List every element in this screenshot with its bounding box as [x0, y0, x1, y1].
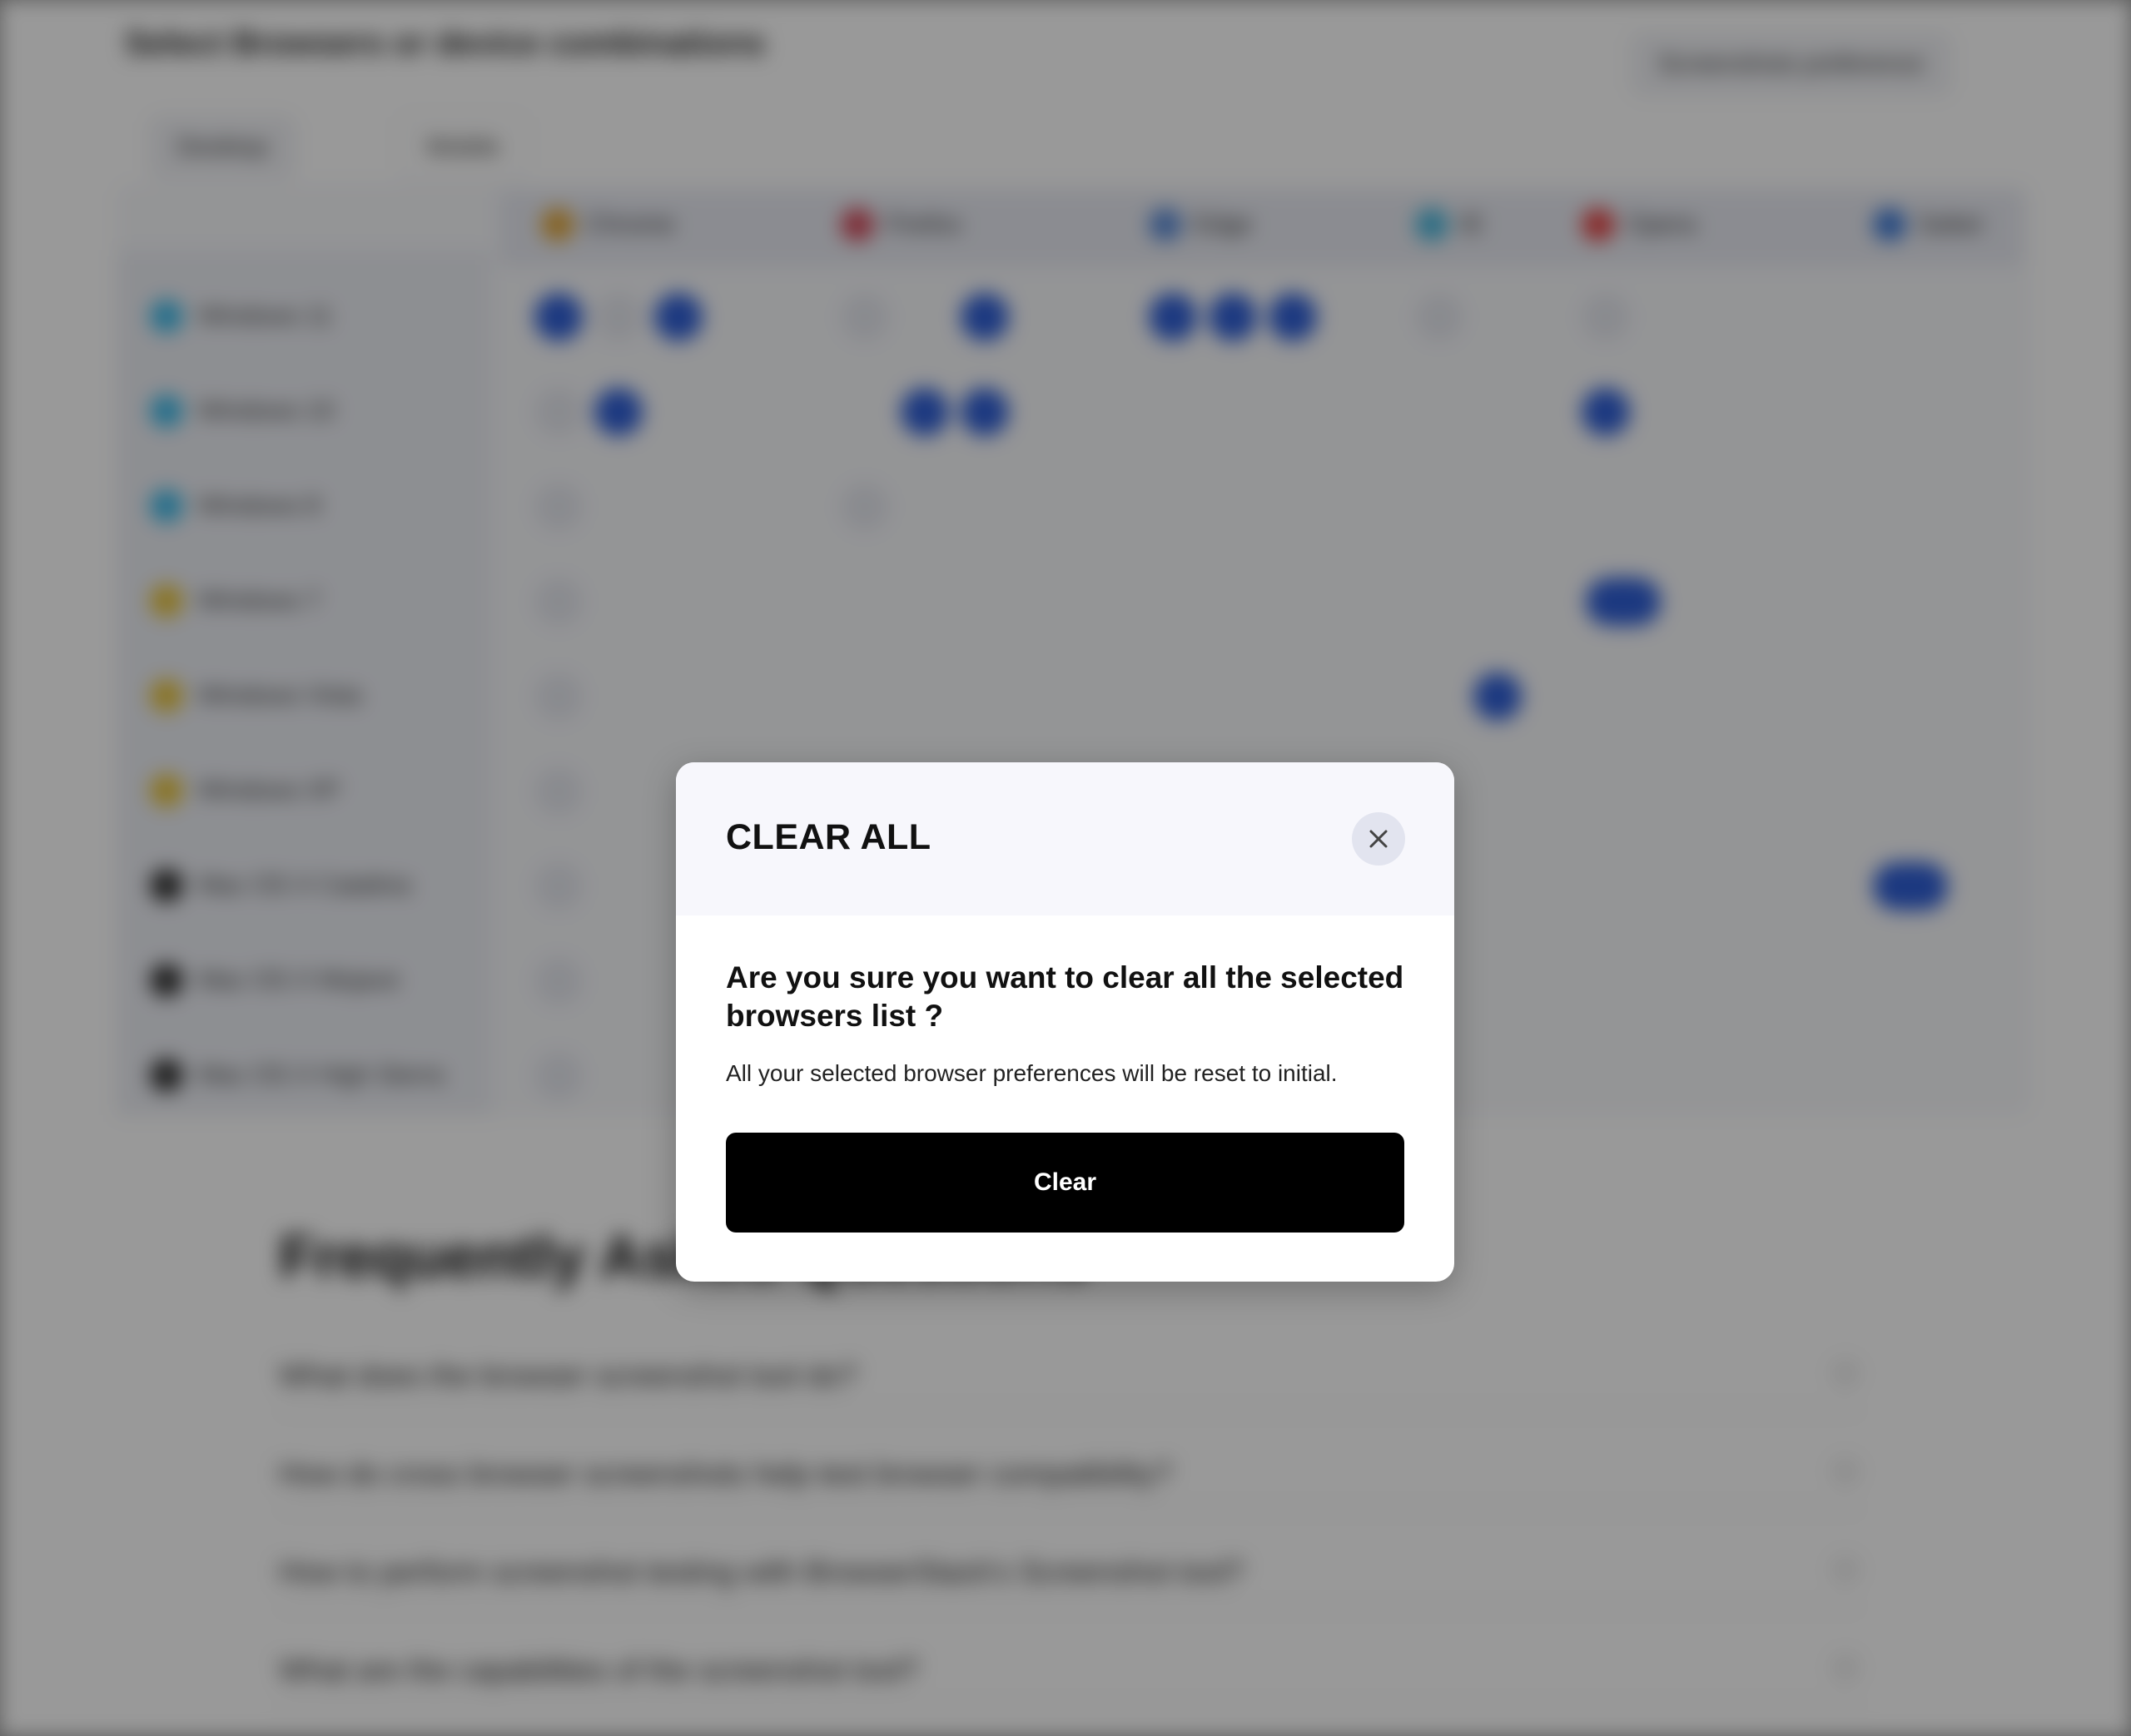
dialog-description: All your selected browser preferences wi… — [726, 1060, 1338, 1086]
dialog-question: Are you sure you want to clear all the s… — [726, 960, 1404, 1033]
clear-all-dialog: CLEAR ALL Are you sure you want to clear… — [676, 762, 1454, 1282]
dialog-title: CLEAR ALL — [726, 817, 931, 857]
close-icon — [1369, 830, 1388, 848]
close-button[interactable] — [1352, 812, 1405, 866]
clear-button[interactable]: Clear — [726, 1133, 1404, 1233]
dialog-header: CLEAR ALL — [676, 762, 1454, 915]
